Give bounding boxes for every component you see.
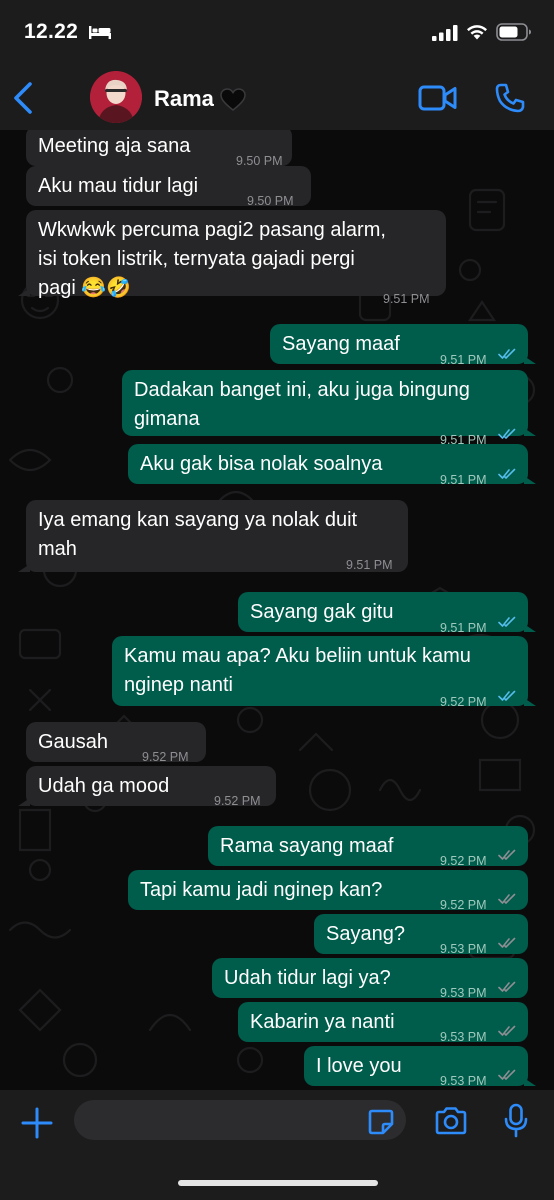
avatar[interactable] (90, 71, 142, 123)
message-text: Udah tidur lagi ya? (224, 967, 391, 989)
status-bar: 12.22 (0, 0, 554, 66)
chat-messages[interactable]: Meeting aja sana 9.50 PM Aku mau tidur lag… (0, 130, 554, 1090)
voice-call-icon[interactable] (494, 82, 526, 114)
message-text: Iya emang kan sayang ya nolak duit mah (38, 509, 358, 560)
outgoing-message[interactable]: Sayang maaf 9.51 PM (270, 324, 536, 367)
read-ticks-icon (498, 428, 516, 439)
outgoing-message[interactable]: Sayang gak gitu 9.51 PM (238, 592, 536, 635)
message-time: 9.51 PM (440, 473, 487, 487)
message-text: Aku gak bisa nolak soalnya (140, 453, 383, 475)
message-text: Kamu mau apa? Aku beliin untuk kamu ngin… (124, 645, 471, 696)
read-ticks-icon (498, 690, 516, 701)
message-text: I love you (316, 1055, 402, 1077)
sticker-icon[interactable] (367, 1108, 395, 1136)
delivered-ticks-icon (498, 849, 516, 860)
outgoing-message[interactable]: Tapi kamu jadi nginep kan? 9.52 PM (128, 870, 528, 912)
incoming-message[interactable]: Meeting aja sana 9.50 PM (26, 130, 292, 168)
outgoing-message[interactable]: Kamu mau apa? Aku beliin untuk kamu ngin… (112, 636, 536, 709)
battery-icon (496, 23, 531, 41)
incoming-message[interactable]: Wkwkwk percuma pagi2 pasang alarm, isi t… (18, 210, 446, 306)
message-text: Rama sayang maaf (220, 835, 394, 857)
bubble-tail (524, 428, 536, 436)
video-call-icon[interactable] (418, 84, 458, 112)
bed-icon (89, 26, 111, 39)
chat-header: Rama (0, 66, 554, 130)
message-text: Aku mau tidur lagi (38, 175, 199, 197)
message-text: Sayang gak gitu (250, 601, 394, 623)
signal-icon (432, 25, 458, 41)
microphone-icon[interactable] (503, 1103, 529, 1139)
delivered-ticks-icon (498, 893, 516, 904)
incoming-message[interactable]: Aku mau tidur lagi 9.50 PM (26, 166, 311, 208)
bubble-tail (524, 624, 536, 632)
message-text: Sayang maaf (282, 333, 400, 355)
message-text: Dadakan banget ini, aku juga bingung gim… (134, 379, 470, 430)
incoming-message[interactable]: Udah ga mood 9.52 PM (18, 766, 276, 808)
bubble-tail (524, 1078, 536, 1086)
bubble-tail (18, 564, 30, 572)
avatar-photo (90, 71, 142, 123)
bubble-tail (18, 798, 30, 806)
outgoing-message[interactable]: Dadakan banget ini, aku juga bingung gim… (122, 370, 536, 447)
back-icon[interactable] (10, 80, 36, 116)
message-text: Kabarin ya nanti (250, 1011, 395, 1033)
home-indicator (178, 1180, 378, 1186)
outgoing-message[interactable]: Kabarin ya nanti 9.53 PM (238, 1002, 528, 1044)
outgoing-message[interactable]: Udah tidur lagi ya? 9.53 PM (212, 958, 528, 1000)
message-text: Tapi kamu jadi nginep kan? (140, 879, 383, 901)
message-time: 9.51 PM (383, 292, 430, 306)
message-text: Wkwkwk percuma pagi2 pasang alarm, isi t… (38, 219, 386, 299)
plus-icon[interactable] (20, 1106, 54, 1140)
message-text: Gausah (38, 731, 109, 753)
bubble-tail (18, 288, 30, 296)
message-time: 9.53 PM (440, 1074, 487, 1088)
outgoing-message[interactable]: Rama sayang maaf 9.52 PM (208, 826, 528, 868)
contact-name[interactable]: Rama (154, 86, 214, 112)
outgoing-message[interactable]: I love you 9.53 PM (304, 1046, 536, 1088)
delivered-ticks-icon (498, 981, 516, 992)
message-text: Udah ga mood (38, 775, 170, 797)
delivered-ticks-icon (498, 1069, 516, 1080)
status-time: 12.22 (24, 20, 79, 43)
input-bar (0, 1090, 554, 1200)
bubble-tail (524, 356, 536, 364)
bubble-tail (524, 476, 536, 484)
outgoing-message[interactable]: Sayang? 9.53 PM (314, 914, 528, 956)
message-text: Sayang? (326, 923, 405, 945)
message-input[interactable] (74, 1100, 406, 1140)
message-time: 9.52 PM (440, 695, 487, 709)
delivered-ticks-icon (498, 937, 516, 948)
incoming-message[interactable]: Iya emang kan sayang ya nolak duit mah 9.… (18, 500, 408, 572)
heart-icon (220, 88, 246, 111)
message-time: 9.51 PM (346, 558, 393, 572)
bubble-tail (524, 698, 536, 706)
wifi-icon (467, 25, 487, 40)
delivered-ticks-icon (498, 1025, 516, 1036)
message-text: Meeting aja sana (38, 135, 191, 157)
read-ticks-icon (498, 468, 516, 479)
incoming-message[interactable]: Gausah 9.52 PM (26, 722, 206, 764)
outgoing-message[interactable]: Aku gak bisa nolak soalnya 9.51 PM (128, 444, 536, 487)
read-ticks-icon (498, 616, 516, 627)
camera-icon[interactable] (434, 1106, 468, 1136)
read-ticks-icon (498, 348, 516, 359)
message-time: 9.52 PM (214, 794, 261, 808)
